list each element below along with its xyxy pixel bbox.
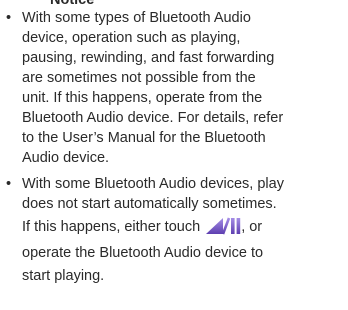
bullet-1-line-3: pausing, rewinding, and fast forwarding: [22, 50, 275, 66]
bullet-2-line-1: With some Bluetooth Audio devices, play: [22, 176, 284, 192]
notice-bullet-list: • With some types of Bluetooth Audio dev…: [0, 8, 348, 286]
bullet-1-line-2: device, operation such as playing,: [22, 30, 241, 46]
icon-line-before-text: If this happens, either touch: [22, 219, 201, 235]
bullet-symbol: •: [6, 10, 12, 26]
bullet-2-line-4: operate the Bluetooth Audio device to: [22, 245, 264, 261]
icon-line-after-text: , or: [241, 219, 263, 235]
bullet-symbol: •: [6, 176, 12, 192]
bullet-item-2: • With some Bluetooth Audio devices, pla…: [0, 174, 348, 286]
bullet-2-line-2: does not start automatically sometimes.: [22, 196, 277, 212]
bullet-2-icon-line: If this happens, either touch , or: [22, 214, 344, 240]
bullet-1-line-7: to the User’s Manual for the Bluetooth: [22, 130, 266, 146]
bullet-1-line-1: With some types of Bluetooth Audio: [22, 10, 251, 26]
bullet-item-1: • With some types of Bluetooth Audio dev…: [0, 8, 348, 168]
bullet-1-line-6: Bluetooth Audio device. For details, ref…: [22, 110, 284, 126]
bullet-1-line-4: are sometimes not possible from the: [22, 70, 256, 86]
bullet-1-line-8: Audio device.: [22, 150, 110, 166]
bullet-1-line-5: unit. If this happens, operate from the: [22, 90, 263, 106]
bullet-2-line-5: start playing.: [22, 268, 105, 284]
play-pause-icon: [206, 217, 241, 235]
